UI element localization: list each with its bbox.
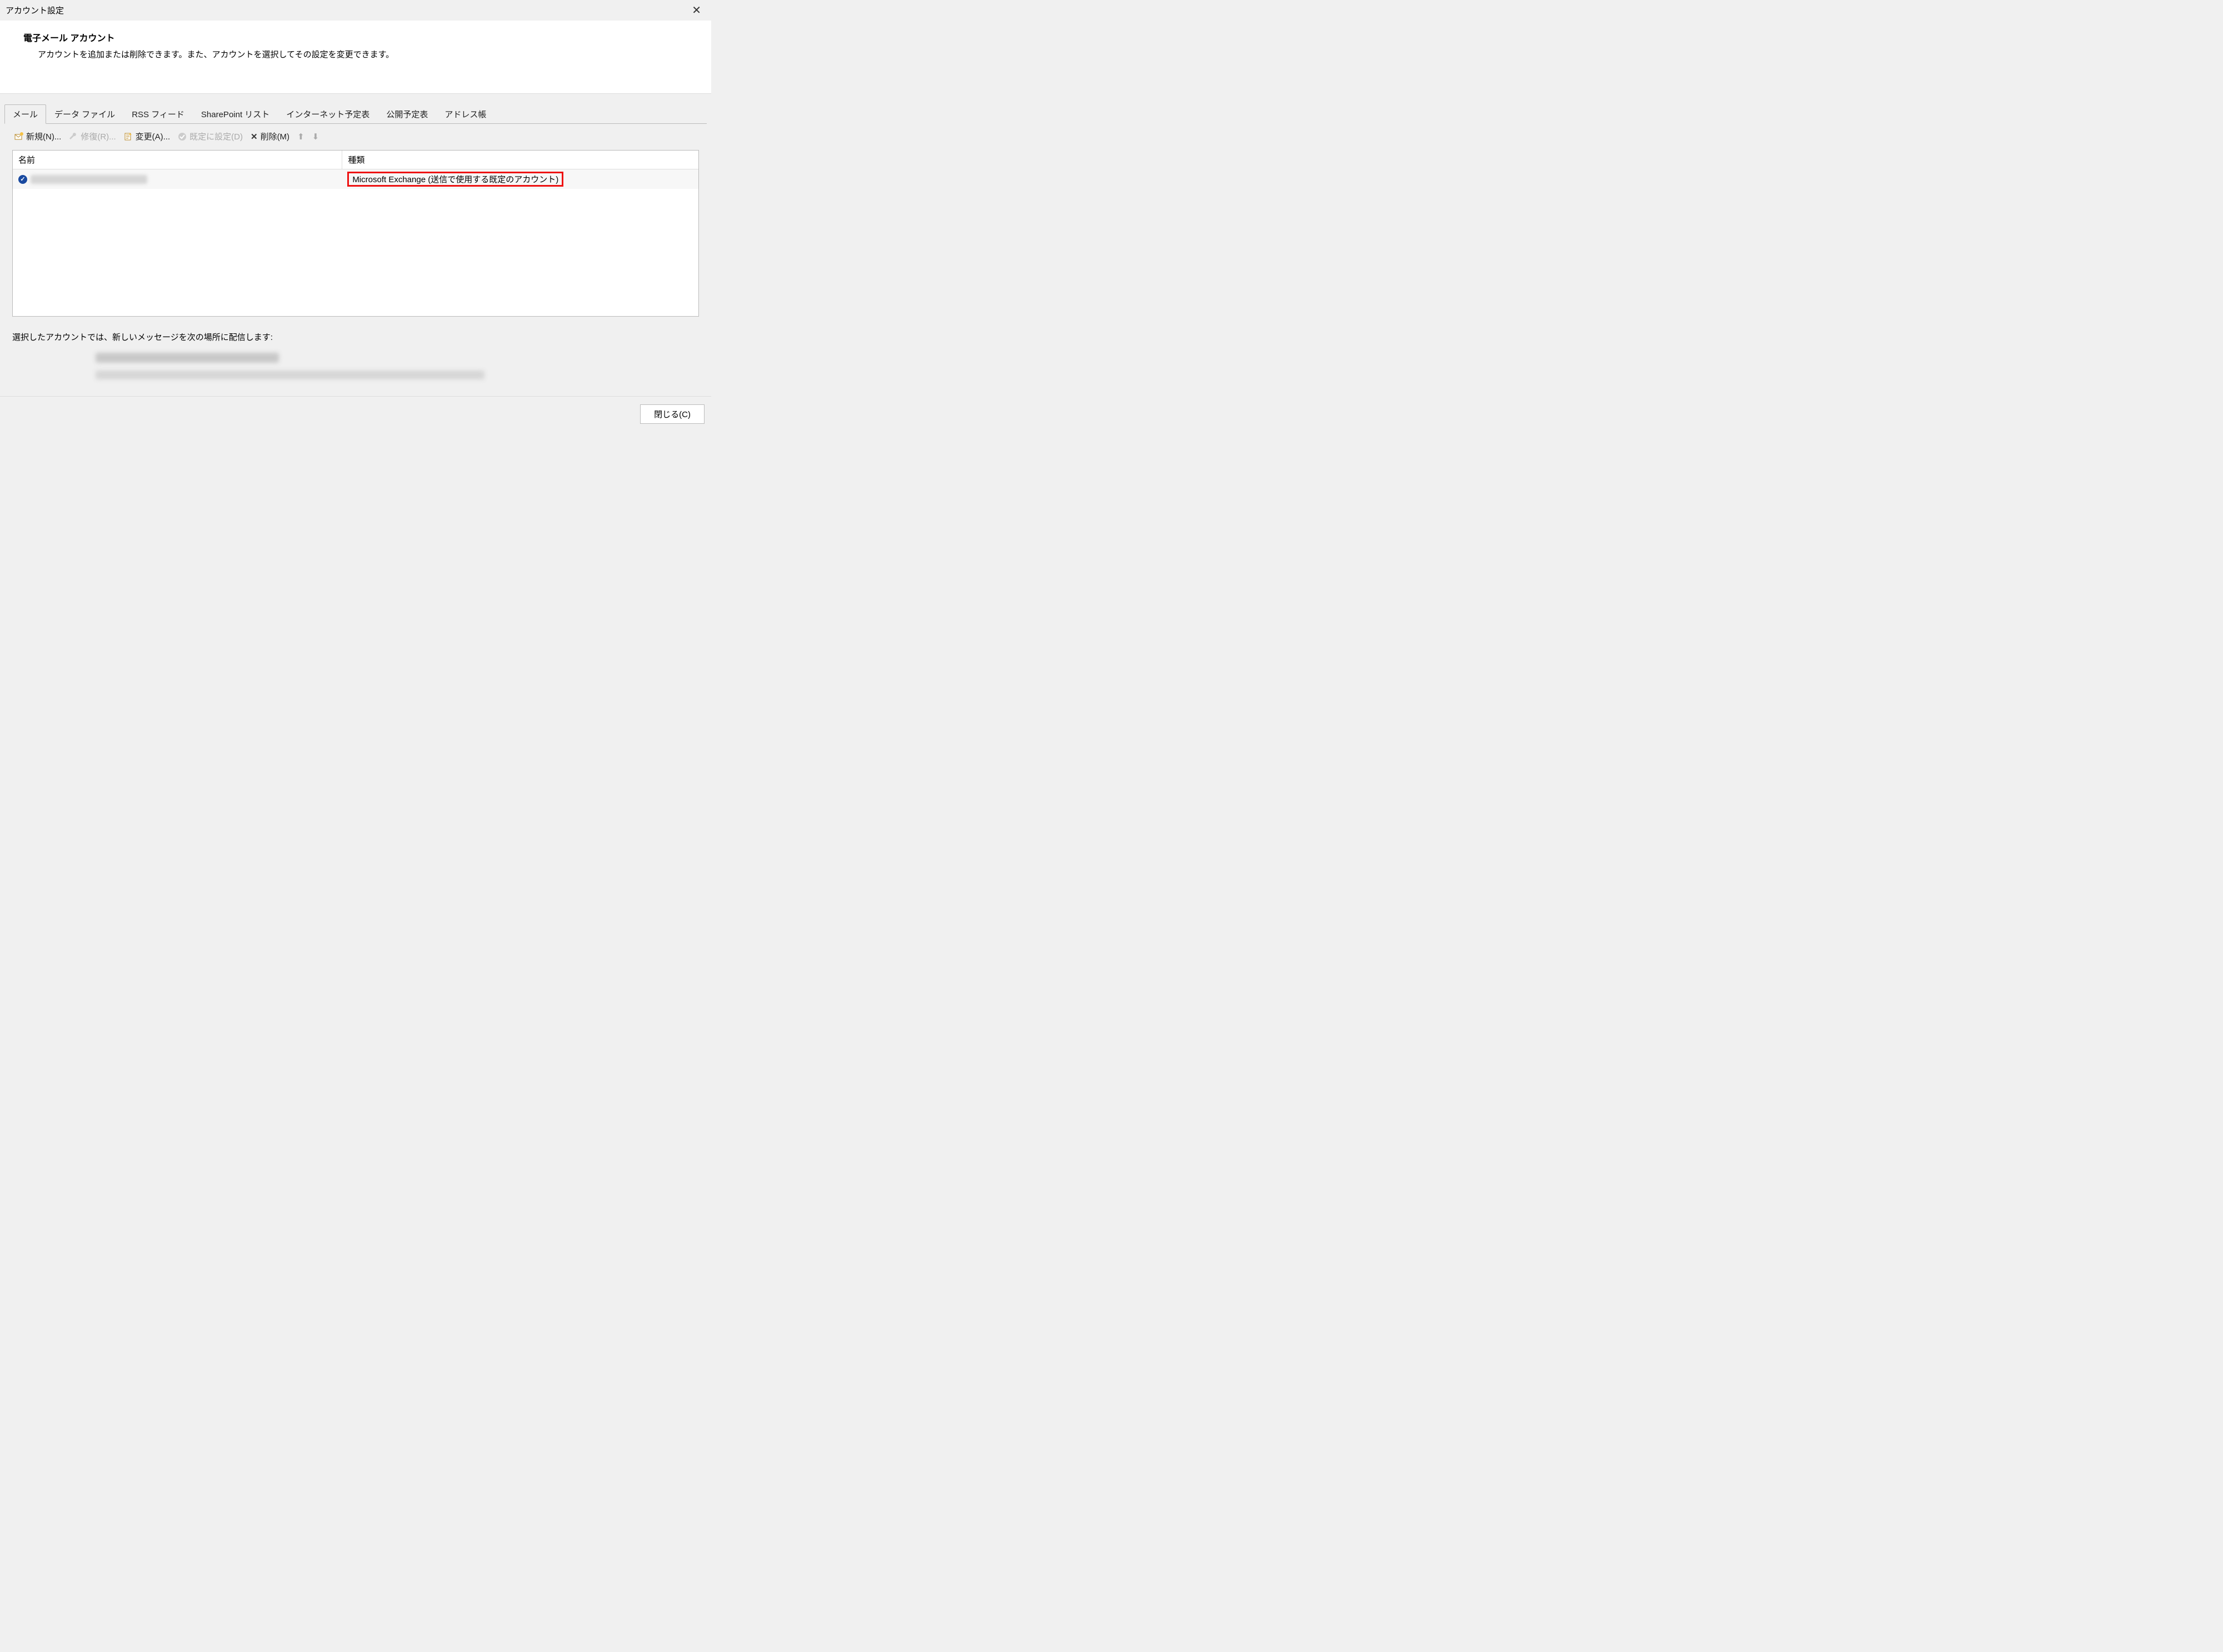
delete-x-icon: ✕	[251, 132, 258, 142]
tab-rss-feeds[interactable]: RSS フィード	[123, 104, 193, 124]
delivery-details-redacted	[96, 353, 699, 379]
delivery-info: 選択したアカウントでは、新しいメッセージを次の場所に配信します:	[12, 331, 699, 379]
delivery-label: 選択したアカウントでは、新しいメッセージを次の場所に配信します:	[12, 331, 699, 343]
close-icon[interactable]: ✕	[687, 3, 706, 17]
set-default-label: 既定に設定(D)	[189, 131, 243, 142]
change-button[interactable]: 変更(A)...	[124, 131, 171, 142]
col-header-name[interactable]: 名前	[13, 151, 342, 169]
tab-address-books[interactable]: アドレス帳	[436, 104, 494, 124]
repair-button: 修復(R)...	[69, 131, 116, 142]
account-settings-window: アカウント設定 ✕ 電子メール アカウント アカウントを追加または削除できます。…	[0, 0, 711, 432]
accounts-list: 名前 種類 ✓ Microsoft Exchange (送信で使用する既定のアカ…	[12, 150, 699, 317]
redacted-line-1	[96, 353, 279, 363]
tab-data-files[interactable]: データ ファイル	[46, 104, 123, 124]
col-header-type[interactable]: 種類	[342, 151, 698, 169]
redacted-line-2	[96, 371, 484, 379]
default-check-icon: ✓	[18, 175, 27, 184]
account-type-highlight: Microsoft Exchange (送信で使用する既定のアカウント)	[347, 172, 563, 187]
delete-label: 削除(M)	[261, 131, 290, 142]
tab-strip: メール データ ファイル RSS フィード SharePoint リスト インタ…	[4, 104, 707, 124]
tab-internet-calendars[interactable]: インターネット予定表	[278, 104, 378, 124]
new-button[interactable]: 新規(N)...	[14, 131, 61, 142]
repair-label: 修復(R)...	[81, 131, 116, 142]
titlebar: アカウント設定 ✕	[0, 0, 711, 21]
tab-published-calendars[interactable]: 公開予定表	[378, 104, 436, 124]
toolbar: 新規(N)... 修復(R)... 変更(A)... 既定に設定(D) ✕ 削除…	[0, 124, 711, 148]
list-header: 名前 種類	[13, 151, 698, 169]
tab-mail[interactable]: メール	[4, 104, 46, 124]
move-down-button: ⬇	[312, 132, 319, 142]
set-default-button: 既定に設定(D)	[178, 131, 243, 142]
window-title: アカウント設定	[6, 4, 64, 16]
account-type-cell: Microsoft Exchange (送信で使用する既定のアカウント)	[342, 171, 698, 188]
delete-button[interactable]: ✕ 削除(M)	[251, 131, 289, 142]
account-type-text: Microsoft Exchange (送信で使用する既定のアカウント)	[352, 175, 558, 184]
change-label: 変更(A)...	[136, 131, 171, 142]
account-name-redacted	[31, 175, 147, 184]
new-mail-icon	[14, 132, 23, 141]
repair-icon	[69, 132, 78, 141]
change-icon	[124, 132, 133, 141]
arrow-up-icon: ⬆	[297, 132, 304, 142]
move-up-button: ⬆	[297, 132, 304, 142]
dialog-footer: 閉じる(C)	[0, 396, 711, 432]
check-circle-icon	[178, 132, 187, 141]
account-name-cell: ✓	[13, 174, 342, 185]
intro-panel: 電子メール アカウント アカウントを追加または削除できます。また、アカウントを選…	[0, 21, 711, 94]
close-button[interactable]: 閉じる(C)	[640, 404, 705, 424]
new-label: 新規(N)...	[26, 131, 61, 142]
intro-description: アカウントを追加または削除できます。また、アカウントを選択してその設定を変更でき…	[23, 48, 700, 60]
intro-heading: 電子メール アカウント	[23, 31, 700, 44]
account-row[interactable]: ✓ Microsoft Exchange (送信で使用する既定のアカウント)	[13, 169, 698, 189]
arrow-down-icon: ⬇	[312, 132, 319, 142]
tab-sharepoint-lists[interactable]: SharePoint リスト	[193, 104, 278, 124]
